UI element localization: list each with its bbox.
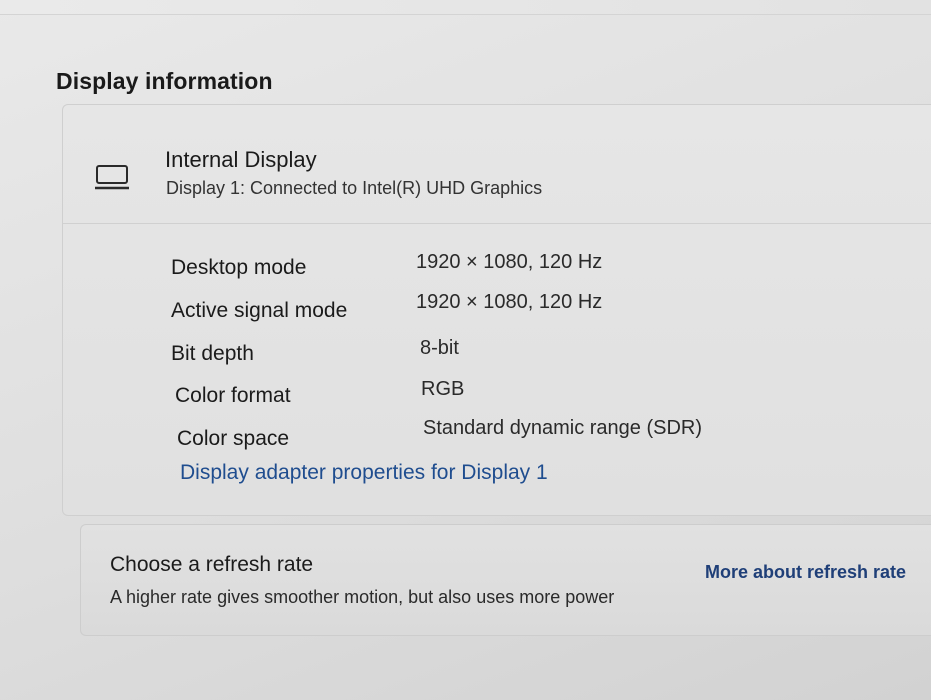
prop-label-active-signal-mode: Active signal mode — [171, 299, 348, 322]
refresh-rate-card[interactable]: Choose a refresh rate A higher rate give… — [80, 524, 931, 636]
display-name: Internal Display — [165, 147, 317, 172]
display-adapter-properties-link[interactable]: Display adapter properties for Display 1 — [180, 461, 548, 485]
refresh-rate-title: Choose a refresh rate — [110, 553, 314, 576]
prop-value-color-format: RGB — [421, 378, 465, 400]
display-info-card: Internal Display Display 1: Connected to… — [62, 104, 931, 516]
prop-label-bit-depth: Bit depth — [171, 342, 254, 365]
prop-value-desktop-mode: 1920 × 1080, 120 Hz — [416, 251, 603, 273]
section-heading: Display information — [56, 68, 273, 94]
top-strip — [0, 0, 931, 15]
display-header: Internal Display Display 1: Connected to… — [63, 105, 931, 224]
prop-label-desktop-mode: Desktop mode — [171, 256, 307, 279]
refresh-rate-description: A higher rate gives smoother motion, but… — [110, 587, 615, 607]
prop-value-active-signal-mode: 1920 × 1080, 120 Hz — [416, 291, 603, 313]
more-about-refresh-rate-link[interactable]: More about refresh rate — [705, 562, 906, 583]
prop-label-color-format: Color format — [175, 384, 291, 407]
laptop-icon — [95, 163, 129, 191]
display-connection: Display 1: Connected to Intel(R) UHD Gra… — [166, 178, 543, 198]
prop-value-bit-depth: 8-bit — [420, 337, 459, 359]
prop-value-color-space: Standard dynamic range (SDR) — [423, 417, 703, 439]
prop-label-color-space: Color space — [177, 427, 290, 450]
